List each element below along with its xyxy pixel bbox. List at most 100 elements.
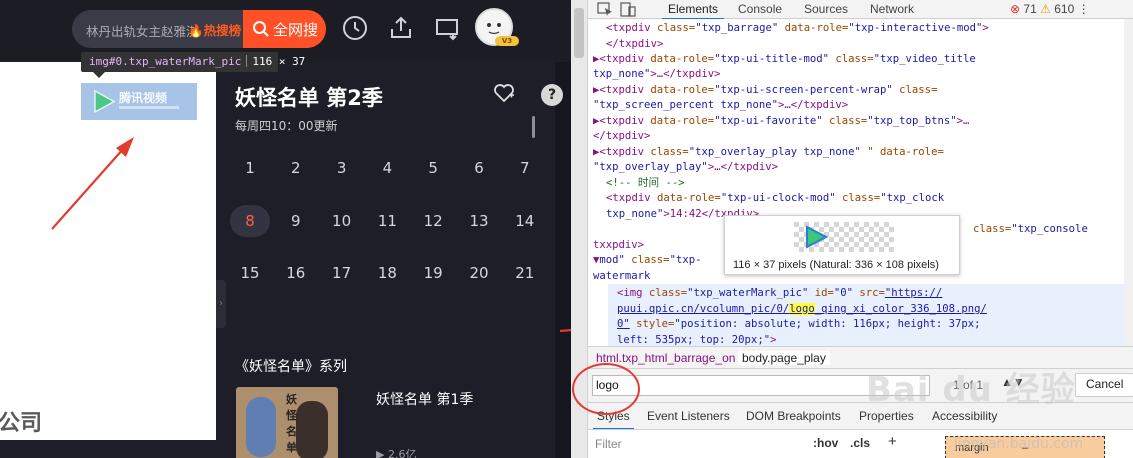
dom-node-line[interactable]: <txpdiv data-role="txp-ui-clock-mod" cla… <box>606 191 944 206</box>
code-token: "txp_video_title <box>873 53 976 65</box>
code-token: "txp-ui-clock-mod" <box>720 192 836 204</box>
error-icon: ⊗ <box>1010 2 1021 16</box>
code-token: class= <box>973 223 1012 235</box>
code-token: " data-role= <box>860 146 944 158</box>
dom-node-line[interactable]: <!-- 时间 --> <box>606 176 685 191</box>
code-token: "txp-ui-screen-percent-wrap" <box>714 84 893 96</box>
code-token: "txp_clock <box>880 192 945 204</box>
code-token: logo <box>789 303 815 315</box>
code-token: txp_none" <box>593 68 651 80</box>
code-token: id= <box>808 287 834 299</box>
code-token: >… <box>956 115 970 127</box>
scrollbar-thumb[interactable] <box>574 8 584 58</box>
dom-node-line[interactable]: left: 535px; top: 20px;"> <box>617 333 776 346</box>
styles-filter-input[interactable]: Filter <box>595 437 622 451</box>
dom-node-line[interactable]: ▶<txpdiv class="txp_overlay_play txp_non… <box>593 145 944 160</box>
code-token: "position: absolute; width: 116px; heigh… <box>674 318 981 330</box>
dom-node-line[interactable]: watermark <box>593 269 650 284</box>
dom-node-line[interactable]: ▶<txpdiv data-role="txp-ui-screen-percen… <box>593 83 937 98</box>
dom-node-line[interactable]: ▶<txpdiv data-role="txp-ui-title-mod" cl… <box>593 52 976 67</box>
code-token: _qing_xi_color_336_108.png/ <box>814 303 987 315</box>
preview-checkerboard <box>794 222 894 252</box>
code-token: left: 535px; top: 20px;" <box>617 334 771 346</box>
hover-state-toggle[interactable]: :hov <box>813 436 838 450</box>
code-token: class= <box>650 22 696 34</box>
dom-node-line[interactable]: 0" style="position: absolute; width: 116… <box>617 317 981 332</box>
image-preview-popup: 116 × 37 pixels (Natural: 336 × 108 pixe… <box>724 215 960 275</box>
code-token: </txpdiv> <box>593 130 651 142</box>
more-menu-icon[interactable]: ⋮ <box>1078 2 1090 16</box>
code-token: </txpdiv> <box>606 38 664 50</box>
code-token: class= <box>829 53 874 65</box>
code-token: "txp_overlay_play txp_none" <box>688 146 861 158</box>
new-rule-button[interactable]: + <box>888 433 897 450</box>
code-token: class= <box>822 115 868 127</box>
tab-console[interactable]: Console <box>738 2 782 16</box>
code-token: "0" <box>833 287 854 299</box>
code-token: style= <box>629 318 675 330</box>
code-token: "txp_screen_percent txp_none" <box>593 99 778 111</box>
tab-accessibility[interactable]: Accessibility <box>932 409 997 423</box>
code-token: >…</txpdiv> <box>707 161 778 173</box>
breadcrumb-html[interactable]: html.txp_html_barrage_on <box>596 351 735 365</box>
error-count: 71 <box>1023 2 1037 16</box>
warning-icon: ⚠ <box>1040 2 1051 16</box>
code-token: mod" <box>599 254 625 266</box>
baidu-watermark-url: jingyan.baidu.com <box>954 436 1084 452</box>
inspect-element-icon[interactable] <box>597 2 613 17</box>
code-token: xpdiv> <box>605 239 645 251</box>
code-token: ▶<txpdiv <box>593 84 645 96</box>
issue-counts[interactable]: ⊗ 71 ⚠ 610 ⋮ <box>1010 2 1090 16</box>
code-token: class= <box>644 146 689 158</box>
dom-node-line[interactable]: ▶<txpdiv data-role="txp-ui-favorite" cla… <box>593 114 969 129</box>
code-token: > <box>770 334 777 346</box>
dom-node-line[interactable]: txp_none">…</txpdiv> <box>593 67 721 82</box>
code-token: 0" <box>617 318 630 330</box>
dom-node-line[interactable]: ▼mod" class="txp- <box>593 253 701 268</box>
baidu-watermark: Bai du 经验 <box>866 370 1076 410</box>
dom-node-line[interactable]: puui.qpic.cn/vcolumn_pic/0/logo_qing_xi_… <box>617 302 987 317</box>
code-token: <img <box>617 287 643 299</box>
dom-node-line[interactable]: <txpdiv class="txp_barrage" data-role="t… <box>606 21 989 36</box>
tab-event-listeners[interactable]: Event Listeners <box>647 409 730 423</box>
code-token: "https:// <box>884 287 943 299</box>
dom-node-line[interactable]: class="txp_console <box>973 222 1088 237</box>
code-token: class= <box>624 254 670 266</box>
code-token: data-role= <box>644 84 715 96</box>
tab-elements[interactable]: Elements <box>661 2 725 20</box>
code-token: "txp_top_btns" <box>867 115 957 127</box>
code-token: "txp- <box>669 254 702 266</box>
class-toggle[interactable]: .cls <box>850 436 870 450</box>
code-token: data-role= <box>778 22 849 34</box>
code-token: "txp_overlay_play" <box>593 161 708 173</box>
dom-node-line[interactable]: <img class="txp_waterMark_pic" id="0" sr… <box>617 286 942 301</box>
dom-node-line[interactable]: </txpdiv> <box>593 129 650 144</box>
cancel-button[interactable]: Cancel <box>1075 373 1133 397</box>
tab-dom-breakpoints[interactable]: DOM Breakpoints <box>746 409 841 423</box>
annotation-circle <box>572 363 640 415</box>
tab-network[interactable]: Network <box>870 2 914 16</box>
dom-tree[interactable]: <txpdiv class="txp_barrage" data-role="t… <box>588 19 1133 346</box>
tab-properties[interactable]: Properties <box>859 409 914 423</box>
breadcrumb-body[interactable]: body.page_play <box>738 351 830 365</box>
code-token: >…</txpdiv> <box>777 99 849 111</box>
preview-caption: 116 × 37 pixels (Natural: 336 × 108 pixe… <box>733 259 939 271</box>
code-token: <txpdiv <box>606 192 651 204</box>
tab-sources[interactable]: Sources <box>804 2 848 16</box>
dom-node-line[interactable]: "txp_screen_percent txp_none">…</txpdiv> <box>593 98 848 113</box>
code-token: src= <box>853 287 885 299</box>
code-token: <!-- 时间 --> <box>606 177 685 189</box>
dom-tree-scrollbar[interactable] <box>1124 19 1133 346</box>
device-toolbar-icon[interactable] <box>620 2 636 17</box>
code-token: ▶<txpdiv <box>593 115 645 127</box>
code-token: ▶<txpdiv <box>593 146 645 158</box>
code-token: "txp-ui-title-mod" <box>714 53 830 65</box>
code-token: watermark <box>593 270 651 282</box>
dom-node-line[interactable]: </txpdiv> <box>606 37 663 52</box>
code-token: "txp_barrage" <box>695 22 779 34</box>
code-token: data-role= <box>644 53 715 65</box>
code-token: "txp_console <box>1011 223 1088 235</box>
dom-node-line[interactable]: "txp_overlay_play">…</txpdiv> <box>593 160 778 175</box>
arrow-to-watermark <box>51 137 134 230</box>
dom-node-line[interactable]: txxpdiv> <box>593 238 644 253</box>
